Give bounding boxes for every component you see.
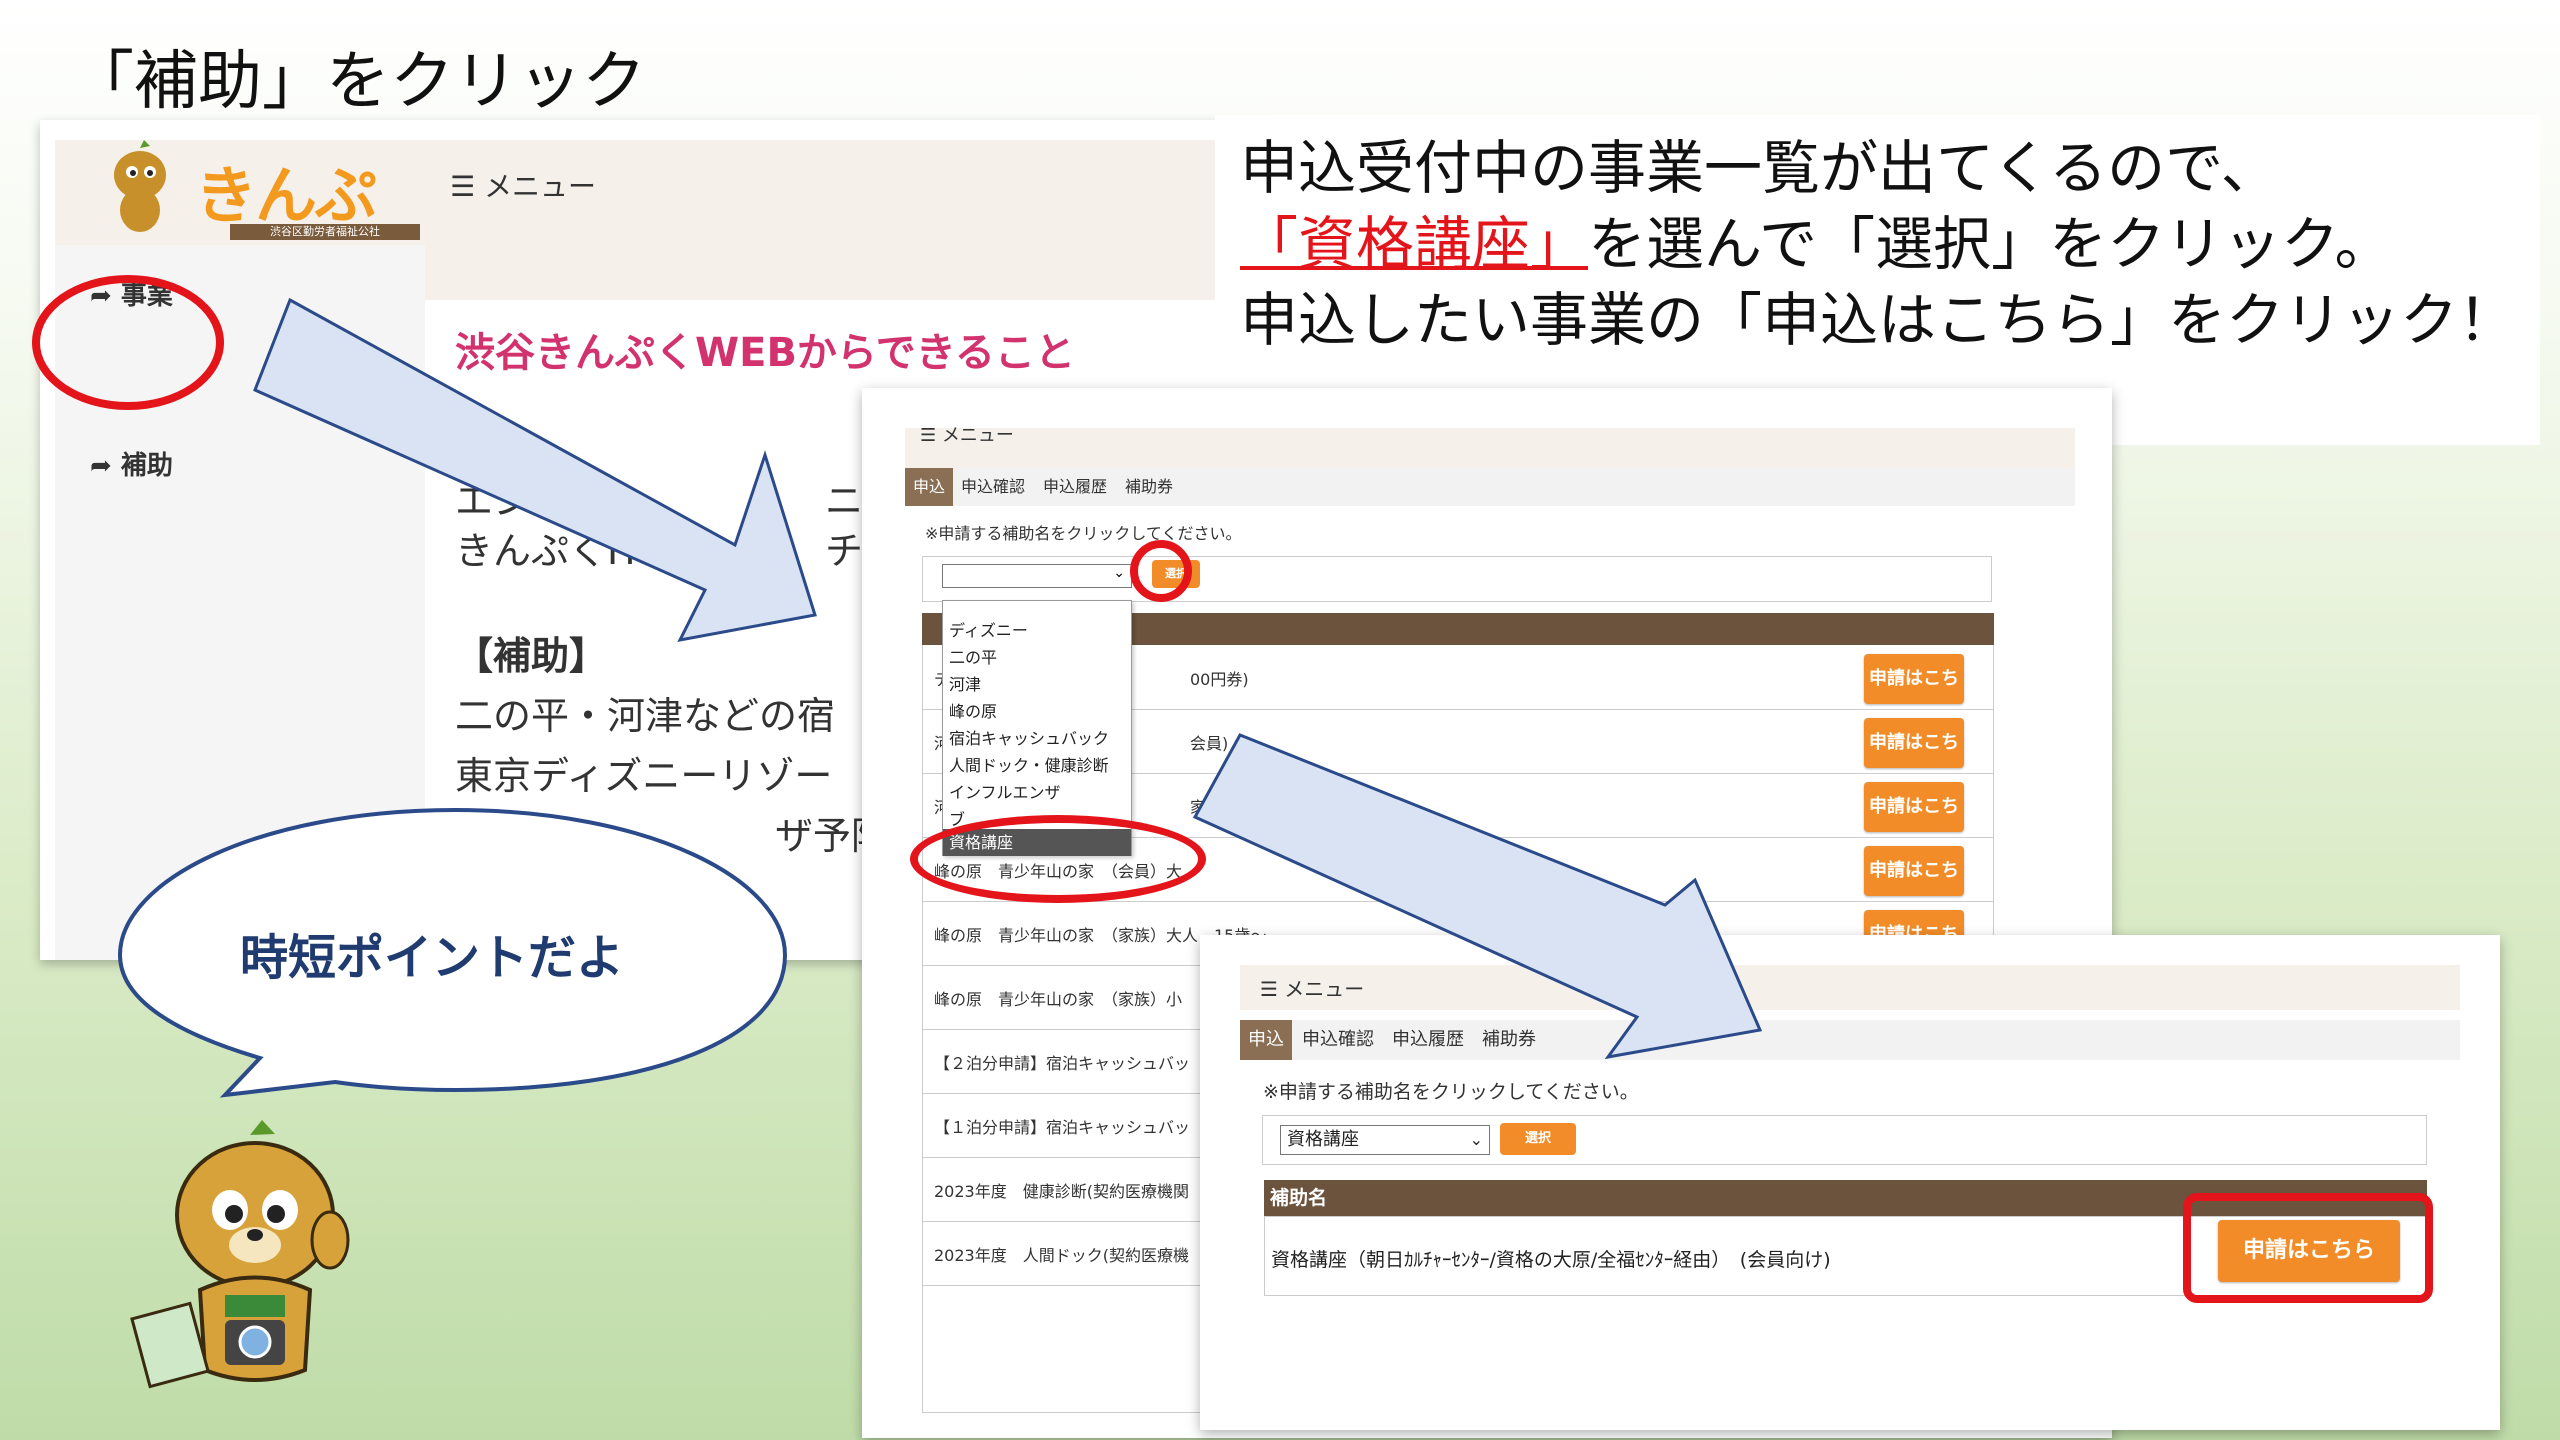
speech-bubble-text: 時短ポイントだよ	[240, 930, 625, 986]
arrow-overlay	[253, 297, 1763, 1060]
arrow-right-down-icon	[1192, 733, 1763, 1060]
tanuki-mascot-icon	[130, 1120, 350, 1389]
arrow-right-down-icon	[253, 297, 817, 643]
